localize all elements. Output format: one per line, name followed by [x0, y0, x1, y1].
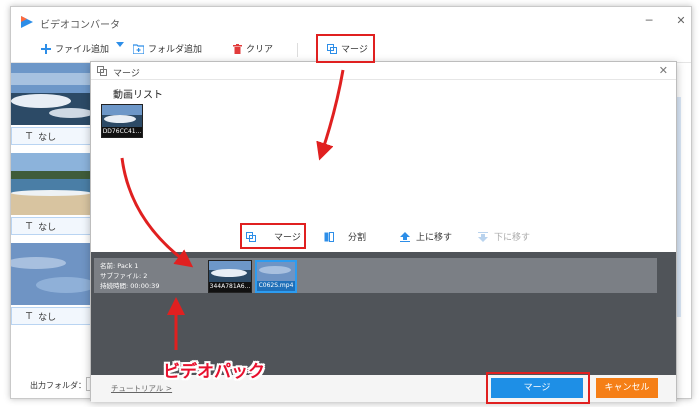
dialog-title-bar: マージ ✕	[91, 62, 676, 80]
pack-item-1-caption: 344A781A6...	[209, 282, 251, 292]
sky-image	[257, 262, 295, 282]
trash-icon	[233, 43, 242, 54]
folder-plus-icon	[133, 43, 144, 54]
text-icon: T	[26, 130, 33, 142]
dialog-title: マージ	[113, 69, 140, 79]
pack-item-2-caption: C062S.mp4	[257, 281, 295, 291]
ocean-wave-image	[102, 105, 142, 129]
text-icon: T	[26, 220, 33, 232]
minimize-button[interactable]: ─	[643, 14, 655, 27]
highlight-merge-confirm	[486, 372, 590, 404]
beach-image	[11, 153, 91, 215]
add-file-label: ファイル追加	[55, 45, 110, 55]
video-list-title: 動画リスト	[113, 90, 163, 101]
subtitle-value: なし	[38, 132, 57, 143]
close-window-button[interactable]: ✕	[675, 14, 687, 27]
move-up-button[interactable]: 上に移す	[400, 230, 452, 243]
file-list: T なし T なし T なし	[11, 63, 91, 363]
caret-down-icon	[116, 42, 124, 47]
dialog-close-button[interactable]: ✕	[659, 64, 668, 77]
pack-item-2[interactable]: C062S.mp4	[255, 260, 297, 293]
add-file-button[interactable]: ファイル追加	[41, 42, 109, 55]
clear-button[interactable]: クリア	[233, 42, 273, 55]
sky-image	[11, 243, 91, 305]
video-list-item[interactable]: DD76CC41...	[101, 104, 143, 138]
move-up-label: 上に移す	[416, 233, 453, 243]
clear-label: クリア	[246, 45, 274, 55]
app-title: ビデオコンバータ	[40, 20, 120, 31]
video-pack[interactable]: 名前: Pack 1 サブファイル: 2 持続時間: 00:00:39 344A…	[94, 258, 657, 293]
merge-dialog: マージ ✕ 動画リスト DD76CC41... マージ 分割 上に移す 下に移す…	[90, 61, 677, 402]
pack-item-1[interactable]: 344A781A6...	[208, 260, 252, 293]
subtitle-selector-2[interactable]: T なし	[11, 217, 91, 235]
subtitle-value: なし	[38, 222, 57, 233]
ocean-wave-image	[11, 63, 91, 125]
highlight-toolbar-merge	[316, 34, 375, 63]
subtitle-value: なし	[38, 312, 57, 323]
plus-icon	[41, 43, 51, 54]
app-logo-icon	[21, 16, 33, 28]
ocean-wave-image	[209, 261, 251, 282]
split-icon	[324, 231, 334, 242]
move-up-icon	[400, 231, 410, 242]
move-down-icon	[478, 231, 488, 242]
subtitle-selector-3[interactable]: T なし	[11, 307, 91, 325]
pack-name: 名前: Pack 1	[100, 262, 139, 270]
file-thumbnail-2[interactable]	[11, 153, 91, 215]
dialog-action-row: マージ 分割 上に移す 下に移す	[91, 226, 676, 248]
subtitle-selector-1[interactable]: T なし	[11, 127, 91, 145]
split-action-button[interactable]: 分割	[324, 230, 366, 243]
video-pack-annotation: ビデオパック	[163, 362, 265, 382]
merge-icon	[97, 66, 107, 76]
pack-info: 名前: Pack 1 サブファイル: 2 持続時間: 00:00:39	[100, 261, 159, 291]
pack-duration: 持続時間: 00:00:39	[100, 282, 160, 290]
file-thumbnail-3[interactable]	[11, 243, 91, 305]
tutorial-link[interactable]: チュートリアル >	[111, 383, 172, 394]
video-list-item-caption: DD76CC41...	[102, 127, 142, 137]
file-thumbnail-1[interactable]	[11, 63, 91, 125]
title-bar: ビデオコンバータ ─ ✕	[11, 7, 691, 37]
cancel-button[interactable]: キャンセル	[596, 378, 658, 398]
text-icon: T	[26, 310, 33, 322]
move-down-label: 下に移す	[494, 233, 531, 243]
add-folder-label: フォルダ追加	[148, 45, 203, 55]
pack-sub-files: サブファイル: 2	[100, 272, 148, 280]
split-action-label: 分割	[348, 233, 367, 243]
highlight-merge-action	[240, 223, 306, 249]
toolbar-divider	[297, 43, 298, 57]
add-file-dropdown-button[interactable]	[116, 42, 124, 48]
move-down-button[interactable]: 下に移す	[478, 230, 530, 243]
output-folder-label: 出力フォルダ：	[30, 381, 86, 390]
right-panel-edge	[677, 97, 681, 317]
add-folder-button[interactable]: フォルダ追加	[133, 42, 202, 55]
